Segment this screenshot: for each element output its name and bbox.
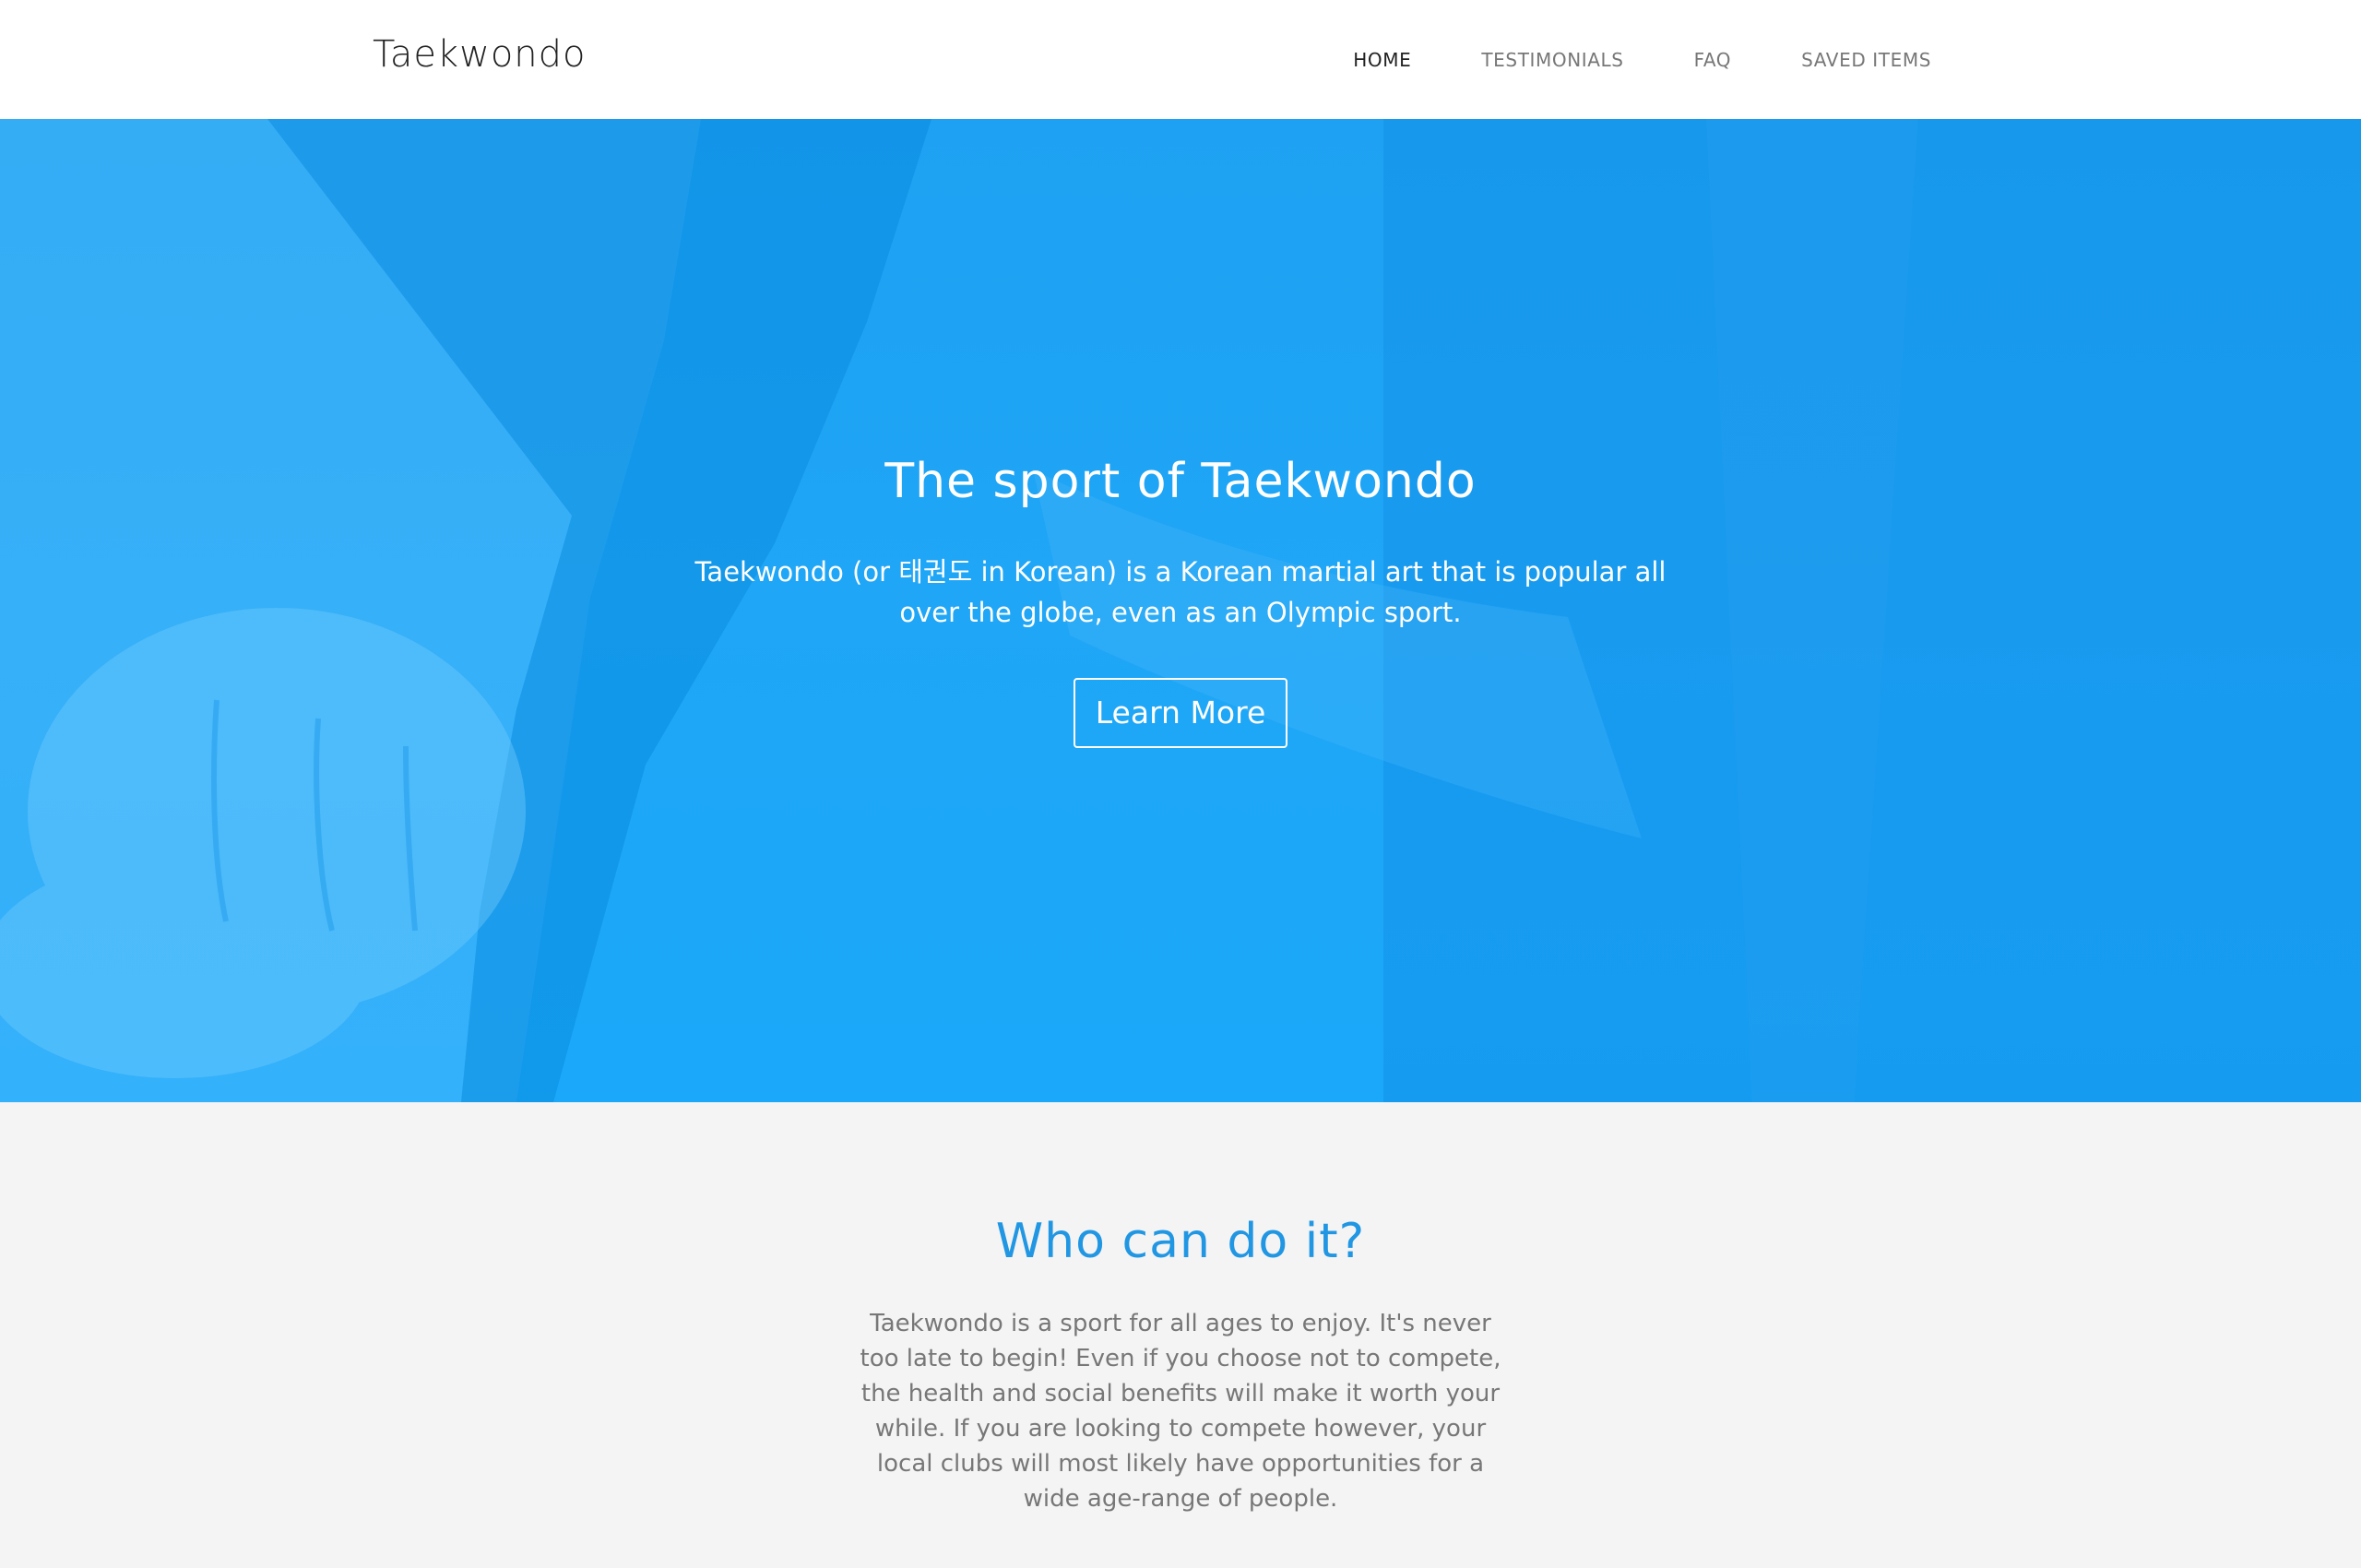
nav-link-saved-items[interactable]: SAVED ITEMS xyxy=(1801,49,1931,71)
top-navbar: Taekwondo HOME TESTIMONIALS FAQ SAVED IT… xyxy=(0,0,2361,119)
nav-link-testimonials[interactable]: TESTIMONIALS xyxy=(1481,49,1623,71)
who-can-do-it-section: Who can do it? Taekwondo is a sport for … xyxy=(0,1102,2361,1568)
hero-content: The sport of Taekwondo Taekwondo (or 태권도… xyxy=(0,454,2361,748)
nav-link-home[interactable]: HOME xyxy=(1353,49,1411,71)
nav-menu: HOME TESTIMONIALS FAQ SAVED ITEMS xyxy=(1353,0,1931,119)
hero-description: Taekwondo (or 태권도 in Korean) is a Korean… xyxy=(694,556,1667,628)
section-description: Taekwondo is a sport for all ages to enj… xyxy=(860,1310,1501,1513)
nav-link-faq[interactable]: FAQ xyxy=(1694,49,1732,71)
hero-banner: The sport of Taekwondo Taekwondo (or 태권도… xyxy=(0,119,2361,1102)
hero-title: The sport of Taekwondo xyxy=(884,454,1477,509)
brand-logo-text[interactable]: Taekwondo xyxy=(373,33,587,76)
section-title: Who can do it? xyxy=(995,1214,1366,1269)
learn-more-button[interactable]: Learn More xyxy=(1074,678,1287,748)
